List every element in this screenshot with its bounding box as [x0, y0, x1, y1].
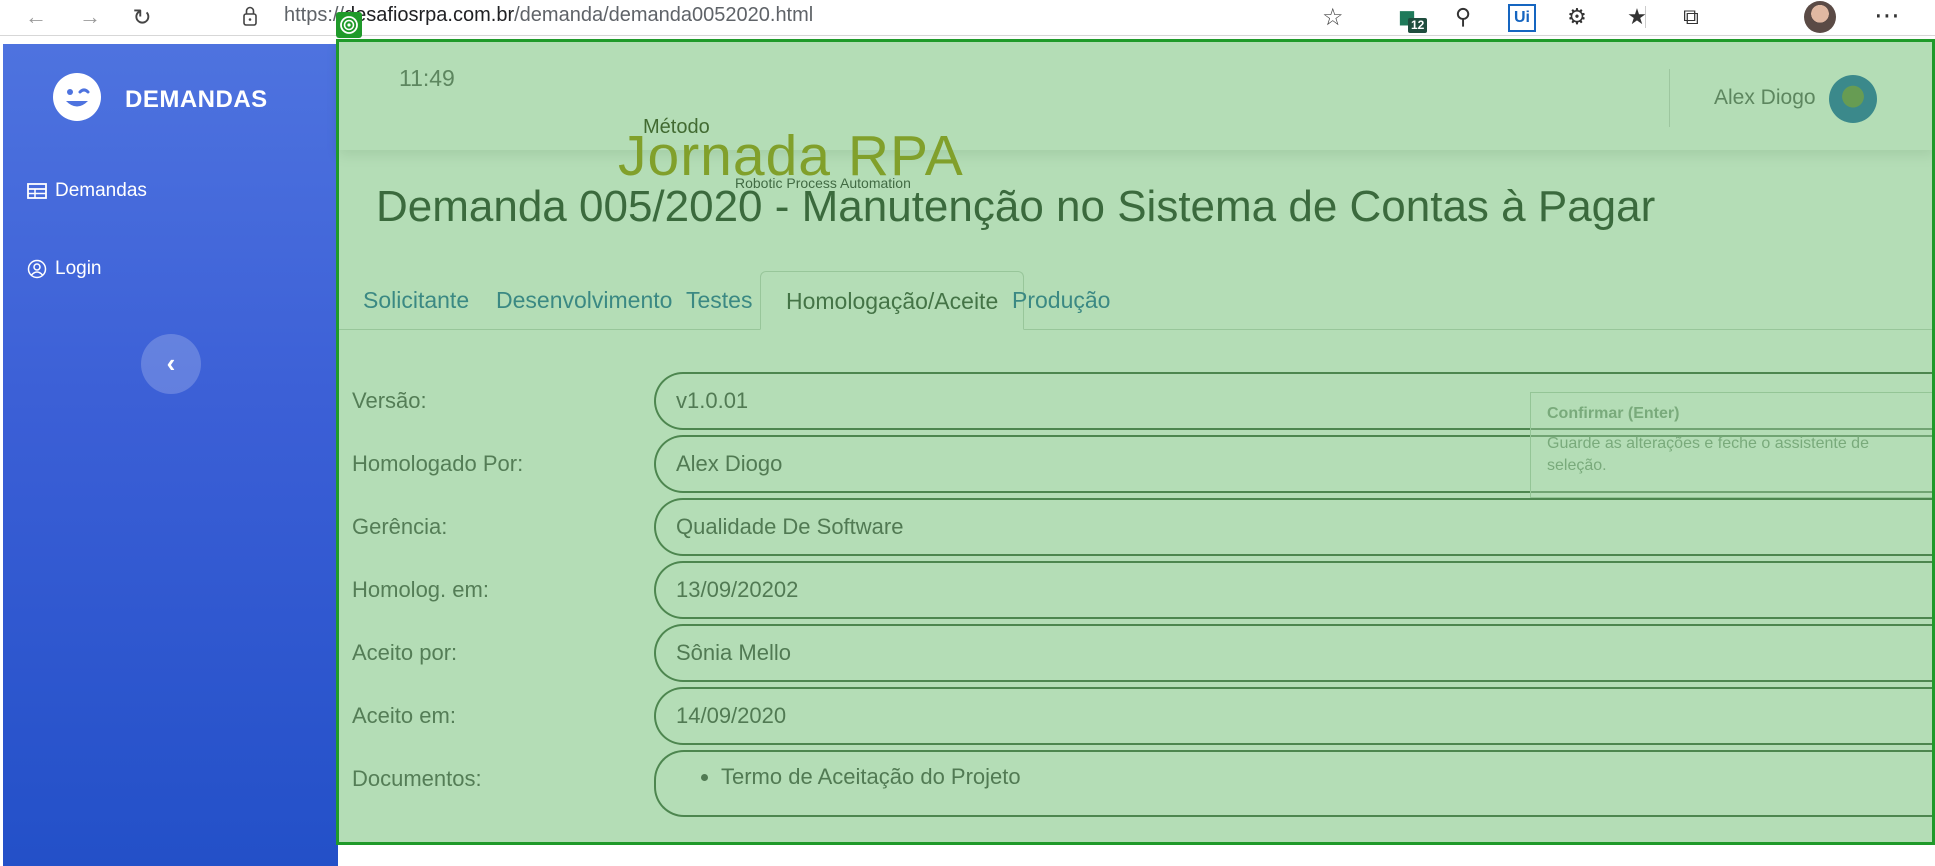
selection-highlight-overlay[interactable]: [336, 39, 1935, 845]
lock-icon[interactable]: [242, 5, 258, 27]
back-arrow-icon[interactable]: ←: [22, 4, 50, 32]
sidebar-item-label: Demandas: [55, 180, 147, 201]
browser-toolbar: ← → ↻ https://desafiosrpa.com.br/demanda…: [0, 0, 1935, 36]
sidebar-item-demandas[interactable]: Demandas: [27, 180, 147, 202]
sidebar: DEMANDAS Demandas Login ‹: [3, 44, 338, 866]
extension-badge: 12: [1408, 18, 1428, 33]
brand-title[interactable]: DEMANDAS: [125, 86, 268, 114]
url-host: desafiosrpa.com.br: [344, 4, 515, 26]
add-favorite-icon[interactable]: ☆: [1322, 3, 1344, 32]
reload-icon[interactable]: ↻: [128, 4, 156, 32]
more-options-icon[interactable]: ⋯: [1874, 0, 1901, 31]
url-text[interactable]: https://desafiosrpa.com.br/demanda/deman…: [284, 4, 813, 27]
sidebar-toggle-button[interactable]: ‹: [141, 334, 201, 394]
target-icon[interactable]: [336, 12, 362, 38]
puzzle-icon[interactable]: ⚙: [1562, 2, 1592, 32]
key-icon[interactable]: ⚲: [1448, 2, 1478, 32]
forward-arrow-icon[interactable]: →: [76, 4, 104, 32]
user-circle-icon: [27, 259, 47, 279]
collections-icon[interactable]: ⧉: [1676, 2, 1706, 32]
wink-face-icon[interactable]: [53, 73, 101, 121]
favorites-icon[interactable]: ★: [1622, 2, 1652, 32]
url-path: /demanda/demanda0052020.html: [514, 4, 814, 26]
sidebar-item-label: Login: [55, 258, 102, 279]
uipath-extension-icon[interactable]: Ui: [1508, 4, 1536, 32]
profile-avatar[interactable]: [1804, 1, 1836, 33]
sidebar-item-login[interactable]: Login: [27, 258, 102, 280]
table-icon: [27, 183, 47, 199]
